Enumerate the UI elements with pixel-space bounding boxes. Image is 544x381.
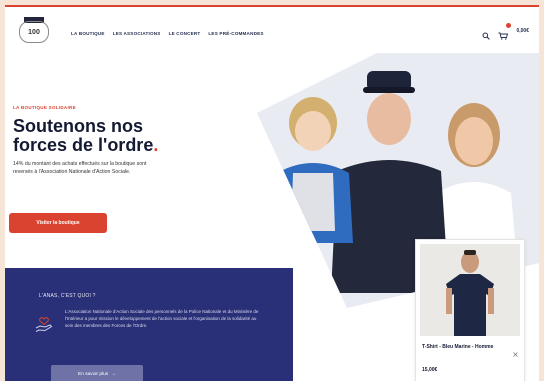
visit-shop-label: Visiter la boutique [36,220,80,226]
page: 100 LA BOUTIQUE LES ASSOCIATIONS LE CONC… [5,5,539,381]
nav-item-boutique[interactable]: LA BOUTIQUE [71,31,105,36]
headline-line-2: forces de l'ordre [13,135,154,155]
promo-text: L'Association Nationale d'Action Sociale… [65,309,259,329]
hero-paragraph: 14% du montant des achats effectués sur … [13,161,147,175]
nav-item-associations[interactable]: LES ASSOCIATIONS [113,31,161,36]
visit-shop-button[interactable]: Visiter la boutique [9,213,107,233]
anas-promo-block: L'ANAS, C'EST QUOI ? L'Association Natio… [5,268,293,381]
search-icon[interactable] [482,27,491,40]
hand-heart-icon [35,316,53,334]
close-icon[interactable] [513,344,518,357]
promo-kicker: L'ANAS, C'EST QUOI ? [39,293,96,299]
product-image [420,244,520,336]
main-nav: LA BOUTIQUE LES ASSOCIATIONS LE CONCERT … [71,31,264,36]
hero-headline: Soutenons nos forces de l'ordre. [13,117,183,155]
learn-more-button[interactable]: En savoir plus → [51,365,143,381]
cart-badge [506,23,512,28]
header-actions: 0,00€ [482,23,529,40]
cart-total[interactable]: 0,00€ [516,28,529,34]
site-header: 100 LA BOUTIQUE LES ASSOCIATIONS LE CONC… [5,7,539,53]
nav-item-concert[interactable]: LE CONCERT [169,31,201,36]
headline-dot: . [153,135,159,155]
logo-text: 100 [28,28,40,36]
hero-kicker: LA BOUTIQUE SOLIDAIRE [13,105,76,110]
nav-item-precommandes[interactable]: LES PRÉ-COMMANDES [208,31,263,36]
cart-icon[interactable] [498,23,512,40]
site-logo[interactable]: 100 [19,21,49,43]
product-name: T-Shirt - Bleu Marine - Homme [422,344,494,350]
learn-more-label: En savoir plus [78,371,109,377]
product-price: 15,00€ [422,367,438,373]
product-card[interactable]: T-Shirt - Bleu Marine - Homme 15,00€ [415,239,525,381]
headline-line-1: Soutenons nos [13,116,143,136]
arrow-right-icon: → [111,371,116,377]
